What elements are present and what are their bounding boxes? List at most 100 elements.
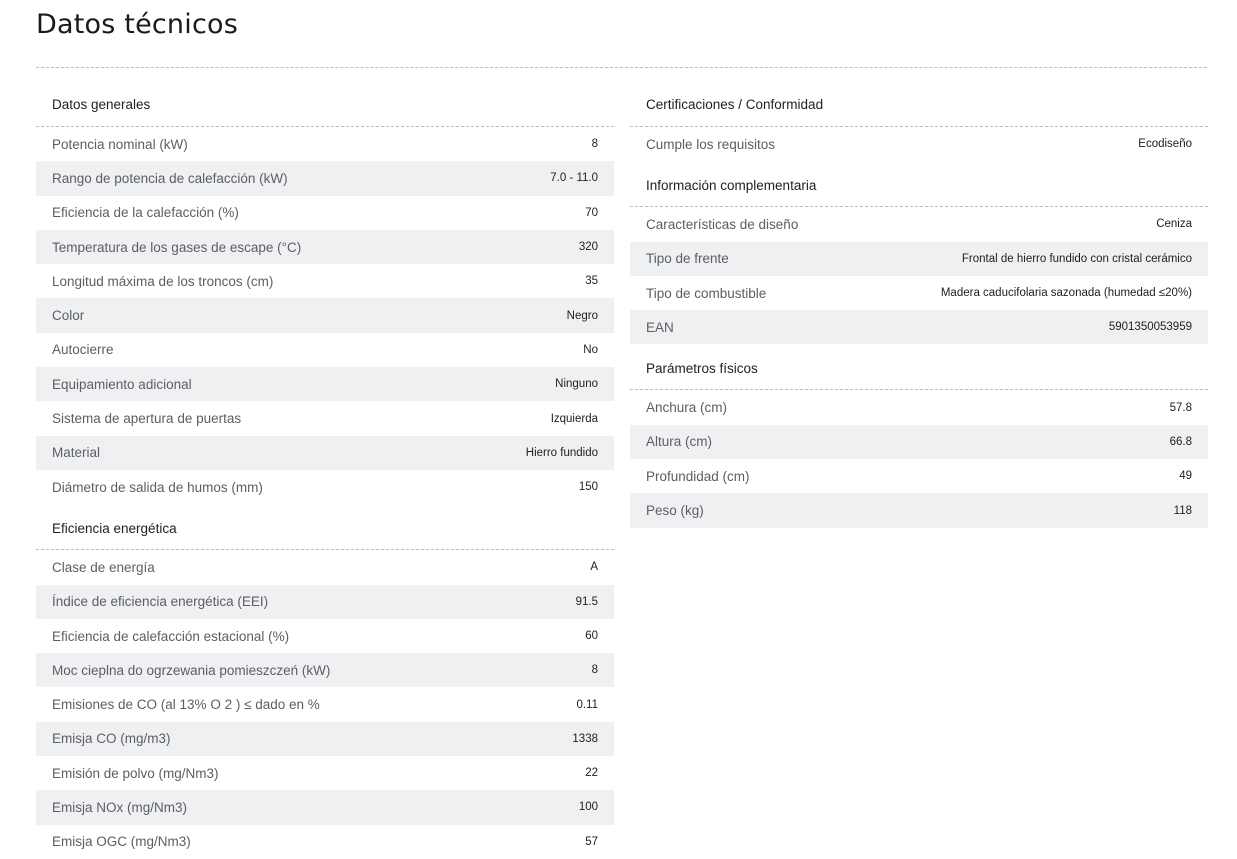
spec-row: Características de diseño Ceniza	[630, 207, 1208, 241]
spec-value: Negro	[566, 309, 598, 322]
section-heading-energy: Eficiencia energética	[36, 510, 614, 551]
spec-list-certifications: Cumple los requisitos Ecodiseño	[630, 127, 1208, 161]
spec-value: 66.8	[1169, 435, 1192, 448]
spec-row: Índice de eficiencia energética (EEI) 91.…	[36, 584, 614, 619]
spec-row: Moc cieplna do ogrzewania pomieszczeń (k…	[36, 653, 614, 688]
spec-row: Profundidad (cm) 49	[630, 459, 1208, 493]
spec-label: Profundidad (cm)	[646, 468, 750, 484]
spec-list-complementary: Características de diseño Ceniza Tipo de f…	[630, 207, 1208, 345]
spec-label: Emisión de polvo (mg/Nm3)	[52, 765, 219, 781]
spec-value: A	[590, 561, 598, 574]
spec-value: 150	[578, 481, 598, 494]
spec-row: Rango de potencia de calefacción (kW) 7.0…	[36, 161, 614, 196]
spec-label: Cumple los requisitos	[646, 136, 776, 152]
spec-label: Peso (kg)	[646, 503, 704, 519]
spec-label: Emisja CO (mg/m3)	[52, 731, 171, 747]
spec-row: Altura (cm) 66.8	[630, 424, 1208, 460]
spec-value: Hierro fundido	[525, 446, 598, 459]
spec-label: Sistema de apertura de puertas	[52, 411, 242, 427]
spec-value: 118	[1173, 504, 1192, 517]
spec-value: 1338	[572, 732, 598, 745]
spec-value: 22	[585, 767, 598, 780]
spec-label: Emisja NOx (mg/Nm3)	[52, 799, 188, 815]
spec-value: Frontal de hierro fundido con cristal ce…	[961, 252, 1192, 265]
spec-value: Ninguno	[555, 378, 598, 391]
spec-value: Madera caducifolaria sazonada (humedad ≤…	[940, 287, 1192, 300]
spec-label: Equipamiento adicional	[52, 376, 192, 392]
spec-label: EAN	[646, 319, 674, 335]
spec-label: Longitud máxima de los troncos (cm)	[52, 273, 274, 289]
spec-value: 5901350053959	[1108, 321, 1192, 334]
spec-value: 57	[585, 835, 598, 848]
spec-value: 100	[578, 801, 598, 814]
specs-column-left: Datos generales Potencia nominal (kW) 8 Ra…	[36, 86, 614, 859]
spec-value: 8	[591, 664, 598, 677]
spec-label: Autocierre	[52, 342, 114, 358]
spec-row: Emisja CO (mg/m3) 1338	[36, 721, 614, 757]
spec-row: Sistema de apertura de puertas Izquierda	[36, 401, 614, 435]
spec-label: Color	[52, 308, 85, 324]
spec-row: Emisiones de CO (al 13% O 2 ) ≤ dado en …	[36, 687, 614, 721]
section-heading-complementary: Información complementaria	[630, 167, 1208, 208]
spec-list-physical: Anchura (cm) 57.8 Altura (cm) 66.8 Profundid…	[630, 390, 1208, 528]
spec-value: 35	[585, 275, 598, 288]
spec-value: 91.5	[575, 595, 598, 608]
spec-row: EAN 5901350053959	[630, 310, 1208, 345]
spec-label: Emisja OGC (mg/Nm3)	[52, 834, 191, 850]
spec-label: Altura (cm)	[646, 434, 713, 450]
section-heading-physical: Parámetros físicos	[630, 350, 1208, 391]
spec-label: Clase de energía	[52, 559, 155, 575]
spec-value: 49	[1179, 470, 1192, 483]
spec-row: Tipo de frente Frontal de hierro fundido …	[630, 241, 1208, 276]
spec-row: Emisja OGC (mg/Nm3) 57	[36, 825, 614, 859]
spec-label: Índice de eficiencia energética (EEI)	[52, 594, 269, 610]
spec-value: Izquierda	[550, 412, 598, 425]
spec-row: Color Negro	[36, 298, 614, 333]
spec-label: Eficiencia de calefacción estacional (%)	[52, 628, 290, 644]
spec-label: Emisiones de CO (al 13% O 2 ) ≤ dado en …	[52, 697, 320, 713]
spec-row: Eficiencia de calefacción estacional (%)…	[36, 619, 614, 653]
spec-row: Tipo de combustible Madera caducifolaria …	[630, 276, 1208, 310]
spec-value: 7.0 - 11.0	[550, 172, 598, 185]
spec-label: Material	[52, 445, 101, 461]
title-divider	[36, 67, 1207, 68]
spec-list-general: Potencia nominal (kW) 8 Rango de potencia …	[36, 127, 614, 504]
spec-value: 0.11	[576, 698, 598, 711]
spec-row: Autocierre No	[36, 333, 614, 367]
spec-label: Eficiencia de la calefacción (%)	[52, 205, 239, 221]
specs-column-right: Certificaciones / Conformidad Cumple los…	[630, 86, 1208, 528]
spec-row: Peso (kg) 118	[630, 493, 1208, 528]
spec-row: Temperatura de los gases de escape (°C) 3…	[36, 229, 614, 265]
spec-label: Anchura (cm)	[646, 400, 728, 416]
spec-row: Emisión de polvo (mg/Nm3) 22	[36, 756, 614, 790]
spec-value: 57.8	[1169, 401, 1192, 414]
spec-row: Emisja NOx (mg/Nm3) 100	[36, 790, 614, 825]
section-heading-general: Datos generales	[36, 86, 614, 127]
spec-label: Características de diseño	[646, 216, 799, 232]
spec-row: Material Hierro fundido	[36, 435, 614, 470]
spec-value: 8	[591, 138, 598, 151]
spec-label: Diámetro de salida de humos (mm)	[52, 479, 263, 495]
spec-label: Potencia nominal (kW)	[52, 136, 188, 152]
spec-list-energy: Clase de energía A Índice de eficiencia en…	[36, 550, 614, 859]
spec-value: Ceniza	[1156, 218, 1192, 231]
spec-label: Tipo de combustible	[646, 285, 767, 301]
spec-row: Anchura (cm) 57.8	[630, 390, 1208, 424]
spec-label: Rango de potencia de calefacción (kW)	[52, 170, 288, 186]
spec-row: Eficiencia de la calefacción (%) 70	[36, 196, 614, 230]
spec-label: Tipo de frente	[646, 251, 729, 267]
spec-row: Longitud máxima de los troncos (cm) 35	[36, 264, 614, 298]
section-heading-certifications: Certificaciones / Conformidad	[630, 86, 1208, 127]
page-title: Datos técnicos	[36, 9, 238, 40]
spec-value: 60	[585, 630, 598, 642]
spec-value: 70	[585, 206, 598, 219]
spec-row: Clase de energía A	[36, 550, 614, 584]
spec-row: Potencia nominal (kW) 8	[36, 127, 614, 161]
spec-label: Temperatura de los gases de escape (°C)	[52, 239, 302, 255]
spec-row: Equipamiento adicional Ninguno	[36, 367, 614, 402]
spec-value: Ecodiseño	[1138, 138, 1192, 151]
spec-label: Moc cieplna do ogrzewania pomieszczeń (k…	[52, 662, 331, 678]
spec-row: Cumple los requisitos Ecodiseño	[630, 127, 1208, 161]
spec-row: Diámetro de salida de humos (mm) 150	[36, 470, 614, 504]
spec-value: No	[583, 343, 598, 356]
